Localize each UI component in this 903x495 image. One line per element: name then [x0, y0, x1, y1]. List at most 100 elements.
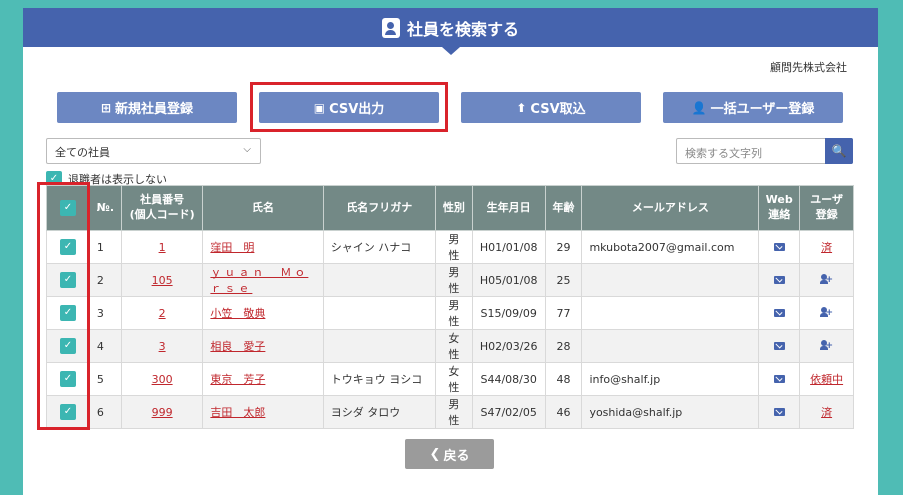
row-employee-code-cell: 2	[120, 296, 204, 330]
search-button[interactable]: 🔍	[825, 138, 853, 164]
row-web-contact-cell	[758, 362, 801, 396]
row-age: 77	[544, 296, 583, 330]
row-no: 2	[88, 263, 122, 297]
row-age: 48	[544, 362, 583, 396]
chevron-left-icon: ❮	[429, 446, 441, 462]
back-button[interactable]: ❮ 戻る	[405, 439, 494, 469]
employee-code-link[interactable]: 2	[159, 307, 166, 320]
bulk-user-button[interactable]: 👤 一括ユーザー登録	[663, 92, 843, 123]
row-gender: 男性	[434, 230, 473, 264]
row-furigana: ヨシダ タロウ	[322, 395, 436, 429]
col-web-contact: Web 連絡	[758, 185, 801, 231]
user-status-link[interactable]: 依頼中	[810, 373, 843, 386]
user-status-link[interactable]: 済	[821, 406, 832, 419]
row-birthdate: H05/01/08	[471, 263, 546, 297]
row-no: 5	[88, 362, 122, 396]
envelope-icon[interactable]	[773, 275, 785, 284]
row-gender: 女性	[434, 329, 473, 363]
page-title: 社員を検索する	[406, 19, 519, 39]
row-furigana	[322, 263, 436, 297]
row-no: 1	[88, 230, 122, 264]
plus-square-icon: ⊞	[100, 100, 112, 115]
user-status-link[interactable]: 済	[821, 241, 832, 254]
main-panel: 社員を検索する 顧問先株式会社 ⊞ 新規社員登録 ▣ CSV出力 ⬆ CSV取込…	[23, 8, 878, 495]
envelope-icon[interactable]	[773, 374, 785, 383]
row-user-cell: 依頼中	[799, 362, 854, 396]
company-name: 顧問先株式会社	[770, 61, 847, 74]
row-name-cell: 小笠 敬典	[202, 296, 324, 330]
table-row: ✓ 6 999 吉田 太郎 ヨシダ タロウ 男性 S47/02/05 46 yoshida@sh…	[46, 395, 854, 429]
row-gender: 男性	[434, 296, 473, 330]
employee-name-link[interactable]: 小笠 敬典	[210, 307, 265, 320]
table-row: ✓ 5 300 東京 芳子 トウキョウ ヨシコ 女性 S44/08/30 48 info@sha…	[46, 362, 854, 396]
row-employee-code-cell: 1	[120, 230, 204, 264]
envelope-icon[interactable]	[773, 341, 785, 350]
col-birthdate: 生年月日	[471, 185, 546, 231]
title-arrow	[442, 47, 460, 55]
employee-name-link[interactable]: 東京 芳子	[210, 373, 265, 386]
row-furigana	[322, 296, 436, 330]
employee-filter-select[interactable]: 全ての社員 ⌵	[46, 138, 261, 164]
row-name-cell: ｙｕａｎ Ｍｏｒｓｅ	[202, 263, 324, 297]
search-input[interactable]: 検索する文字列	[685, 145, 762, 161]
employee-name-link[interactable]: 相良 愛子	[210, 340, 265, 353]
row-web-contact-cell	[758, 230, 801, 264]
row-user-cell: +	[799, 296, 854, 330]
bulk-user-label: 一括ユーザー登録	[710, 102, 815, 117]
envelope-icon[interactable]	[773, 407, 785, 416]
csv-import-button[interactable]: ⬆ CSV取込	[461, 92, 641, 123]
row-email	[581, 296, 760, 330]
row-user-cell: +	[799, 263, 854, 297]
col-user-registration: ユーザ 登録	[799, 185, 854, 231]
back-label: 戻る	[443, 448, 470, 464]
row-email	[581, 329, 760, 363]
employee-code-link[interactable]: 999	[152, 406, 173, 419]
row-employee-code-cell: 3	[120, 329, 204, 363]
col-employee-code-line1: 社員番号	[140, 193, 185, 207]
col-user-line1: ユーザ	[810, 193, 843, 207]
row-gender: 女性	[434, 362, 473, 396]
employee-name-link[interactable]: 吉田 太郎	[210, 406, 265, 419]
row-gender: 男性	[434, 263, 473, 297]
employee-name-link[interactable]: ｙｕａｎ Ｍｏｒｓｅ	[210, 266, 308, 295]
row-user-cell: 済	[799, 230, 854, 264]
row-email: yoshida@shalf.jp	[581, 395, 760, 429]
col-employee-code: 社員番号 (個人コード)	[120, 185, 204, 231]
envelope-icon[interactable]	[773, 308, 785, 317]
new-employee-button[interactable]: ⊞ 新規社員登録	[57, 92, 237, 123]
row-web-contact-cell	[758, 395, 801, 429]
row-birthdate: H02/03/26	[471, 329, 546, 363]
row-age: 29	[544, 230, 583, 264]
row-name-cell: 窪田 明	[202, 230, 324, 264]
employee-code-link[interactable]: 300	[152, 373, 173, 386]
col-furigana: 氏名フリガナ	[322, 185, 436, 231]
new-employee-label: 新規社員登録	[115, 102, 194, 117]
row-web-contact-cell	[758, 296, 801, 330]
envelope-icon[interactable]	[773, 242, 785, 251]
col-web-line2: 連絡	[768, 208, 791, 221]
row-name-cell: 東京 芳子	[202, 362, 324, 396]
filter-selected: 全ての社員	[55, 146, 110, 159]
row-employee-code-cell: 999	[120, 395, 204, 429]
row-email	[581, 263, 760, 297]
user-add-icon[interactable]: +	[820, 273, 833, 284]
row-age: 25	[544, 263, 583, 297]
csv-export-highlight	[250, 82, 448, 132]
row-email: mkubota2007@gmail.com	[581, 230, 760, 264]
employee-code-link[interactable]: 105	[152, 274, 173, 287]
row-web-contact-cell	[758, 329, 801, 363]
row-name-cell: 吉田 太郎	[202, 395, 324, 429]
title-bar: 社員を検索する	[23, 8, 878, 55]
row-furigana: トウキョウ ヨシコ	[322, 362, 436, 396]
row-gender: 男性	[434, 395, 473, 429]
csv-import-label: CSV取込	[530, 102, 586, 117]
employee-code-link[interactable]: 1	[159, 241, 166, 254]
row-user-cell: +	[799, 329, 854, 363]
user-add-icon[interactable]: +	[820, 306, 833, 317]
user-plus-icon: 👤	[691, 100, 707, 115]
user-add-icon[interactable]: +	[820, 339, 833, 350]
employee-name-link[interactable]: 窪田 明	[210, 241, 254, 254]
row-web-contact-cell	[758, 263, 801, 297]
employee-code-link[interactable]: 3	[159, 340, 166, 353]
table-row: ✓ 2 105 ｙｕａｎ Ｍｏｒｓｅ 男性 H05/01/08 25 +	[46, 263, 854, 297]
